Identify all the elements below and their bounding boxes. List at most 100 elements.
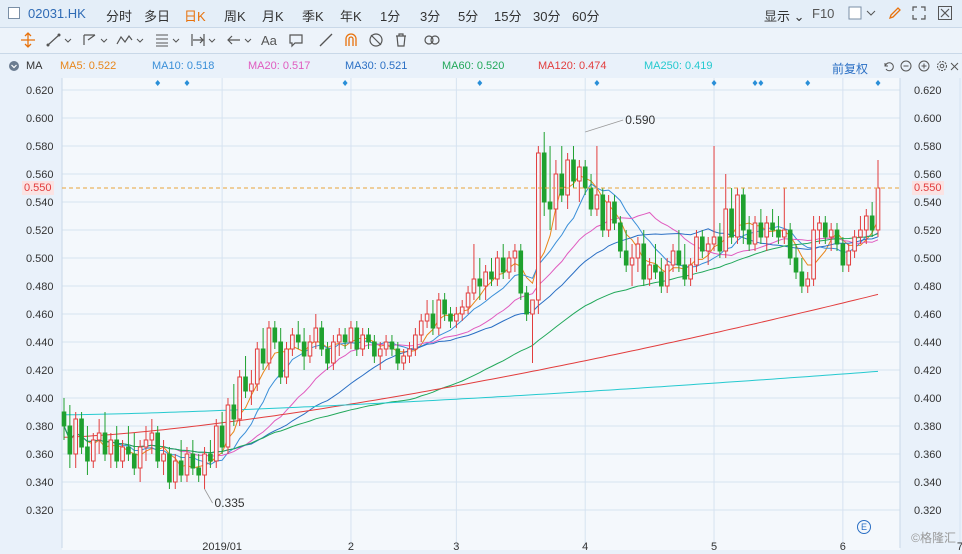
y-tick-label-right: 0.500 — [914, 253, 942, 265]
candle-body-down — [178, 460, 184, 476]
candle-body-up — [413, 334, 418, 350]
y-tick-label-left: 0.400 — [26, 393, 54, 405]
candle-body-up — [249, 383, 254, 392]
y-tick-label-left: 0.580 — [26, 141, 54, 153]
y-tick-label-left: 0.560 — [26, 169, 54, 181]
candle-body-up — [424, 313, 430, 322]
candle — [600, 188, 606, 237]
candle-body-up — [670, 250, 676, 266]
candle-body-down — [190, 453, 196, 469]
candle-body-down — [682, 264, 688, 280]
candle-body-down — [776, 229, 781, 238]
candle-body-up — [553, 173, 559, 210]
candle-body-down — [571, 159, 576, 182]
y-tick-label-right: 0.380 — [914, 421, 942, 433]
candle-body-up — [137, 446, 143, 469]
candle-body-down — [641, 243, 647, 280]
candlestick-chart[interactable]: 0.620 0.600 0.580 0.560 0.540 0.520 0.500 0.480… — [0, 0, 962, 554]
x-tick-label: 2 — [348, 541, 354, 553]
watermark: ©格隆汇 — [911, 531, 956, 545]
candle-body-up — [290, 334, 295, 350]
candle-body-up — [436, 299, 442, 329]
candle-body-down — [869, 215, 875, 231]
x-tick-label: 3 — [453, 541, 459, 553]
candle-body-up — [313, 327, 319, 343]
candle-body-up — [817, 222, 822, 231]
candle-body-down — [79, 418, 84, 448]
candle-body-up — [629, 257, 635, 266]
candle-body-down — [547, 201, 553, 210]
candle-body-up — [694, 236, 699, 266]
candle-body-down — [541, 152, 547, 203]
candle-body-down — [822, 222, 828, 238]
candle-body-up — [471, 278, 477, 294]
candle-body-up — [73, 418, 79, 455]
y-tick-label-right: 0.340 — [914, 477, 942, 489]
candle-body-down — [729, 208, 734, 238]
candle-body-up — [336, 334, 342, 343]
candle-body-down — [219, 425, 225, 448]
y-tick-label-left: 0.320 — [26, 505, 54, 517]
y-tick-label-right: 0.460 — [914, 309, 942, 321]
candle-body-up — [96, 432, 102, 441]
candle-body-up — [377, 348, 383, 357]
candle-body-up — [360, 334, 365, 350]
x-tick-label: 7 — [957, 541, 962, 553]
candle-body-down — [623, 250, 629, 266]
candle-body-up — [594, 194, 600, 210]
current-price-tag-left: 0.550 — [22, 181, 54, 195]
candle-body-up — [577, 166, 582, 182]
candle-body-up — [284, 348, 289, 378]
y-tick-label-right: 0.400 — [914, 393, 942, 405]
y-tick-label-right: 0.480 — [914, 281, 942, 293]
candle-body-up — [512, 250, 518, 259]
candle-body-up — [536, 152, 541, 301]
candle-body-down — [834, 229, 840, 245]
candle-body-up — [266, 327, 272, 364]
candle-body-up — [454, 313, 459, 322]
candle-body-up — [184, 453, 190, 476]
candle-body-down — [758, 222, 764, 238]
candle-body-up — [90, 439, 96, 462]
candle-body-down — [389, 341, 395, 350]
candle-body-up — [383, 341, 389, 350]
y-tick-label-right: 0.360 — [914, 449, 942, 461]
y-tick-label-right: 0.620 — [914, 85, 942, 97]
candle-body-up — [465, 292, 471, 308]
candle — [213, 419, 219, 468]
y-tick-label-left: 0.620 — [26, 85, 54, 97]
candle-body-down — [155, 432, 161, 462]
candle-body-down — [717, 236, 723, 252]
y-tick-label-left: 0.540 — [26, 197, 54, 209]
candle-body-up — [805, 278, 811, 287]
candle-body-down — [301, 341, 307, 357]
candle-body-up — [635, 243, 641, 259]
candle-body-down — [489, 271, 494, 280]
candle-body-down — [477, 278, 483, 287]
candle-body-down — [278, 341, 283, 378]
candle-body-up — [711, 236, 717, 245]
candle-body-down — [342, 334, 348, 343]
candle-body-down — [770, 222, 775, 231]
candle-body-up — [828, 229, 834, 238]
candle-body-up — [254, 348, 260, 385]
candle-body-down — [448, 313, 453, 322]
candle-body-down — [740, 194, 746, 231]
candle-body-up — [237, 376, 242, 420]
event-icon[interactable]: E — [857, 520, 871, 534]
current-price-tag-right: 0.550 — [912, 181, 944, 195]
candle-body-down — [588, 187, 594, 210]
candle-body-up — [852, 236, 857, 252]
candle-body-down — [231, 404, 237, 420]
candle-body-down — [442, 299, 447, 315]
candle-body-down — [430, 313, 436, 329]
candle-body-up — [688, 264, 693, 280]
candle-body-down — [799, 271, 805, 287]
candle — [536, 146, 541, 314]
candle-body-down — [787, 229, 793, 259]
y-tick-label-right: 0.560 — [914, 169, 942, 181]
candle-body-up — [735, 194, 740, 238]
candle-body-up — [483, 271, 488, 287]
candle-body-up — [530, 299, 535, 315]
candle-body-down — [676, 250, 682, 266]
